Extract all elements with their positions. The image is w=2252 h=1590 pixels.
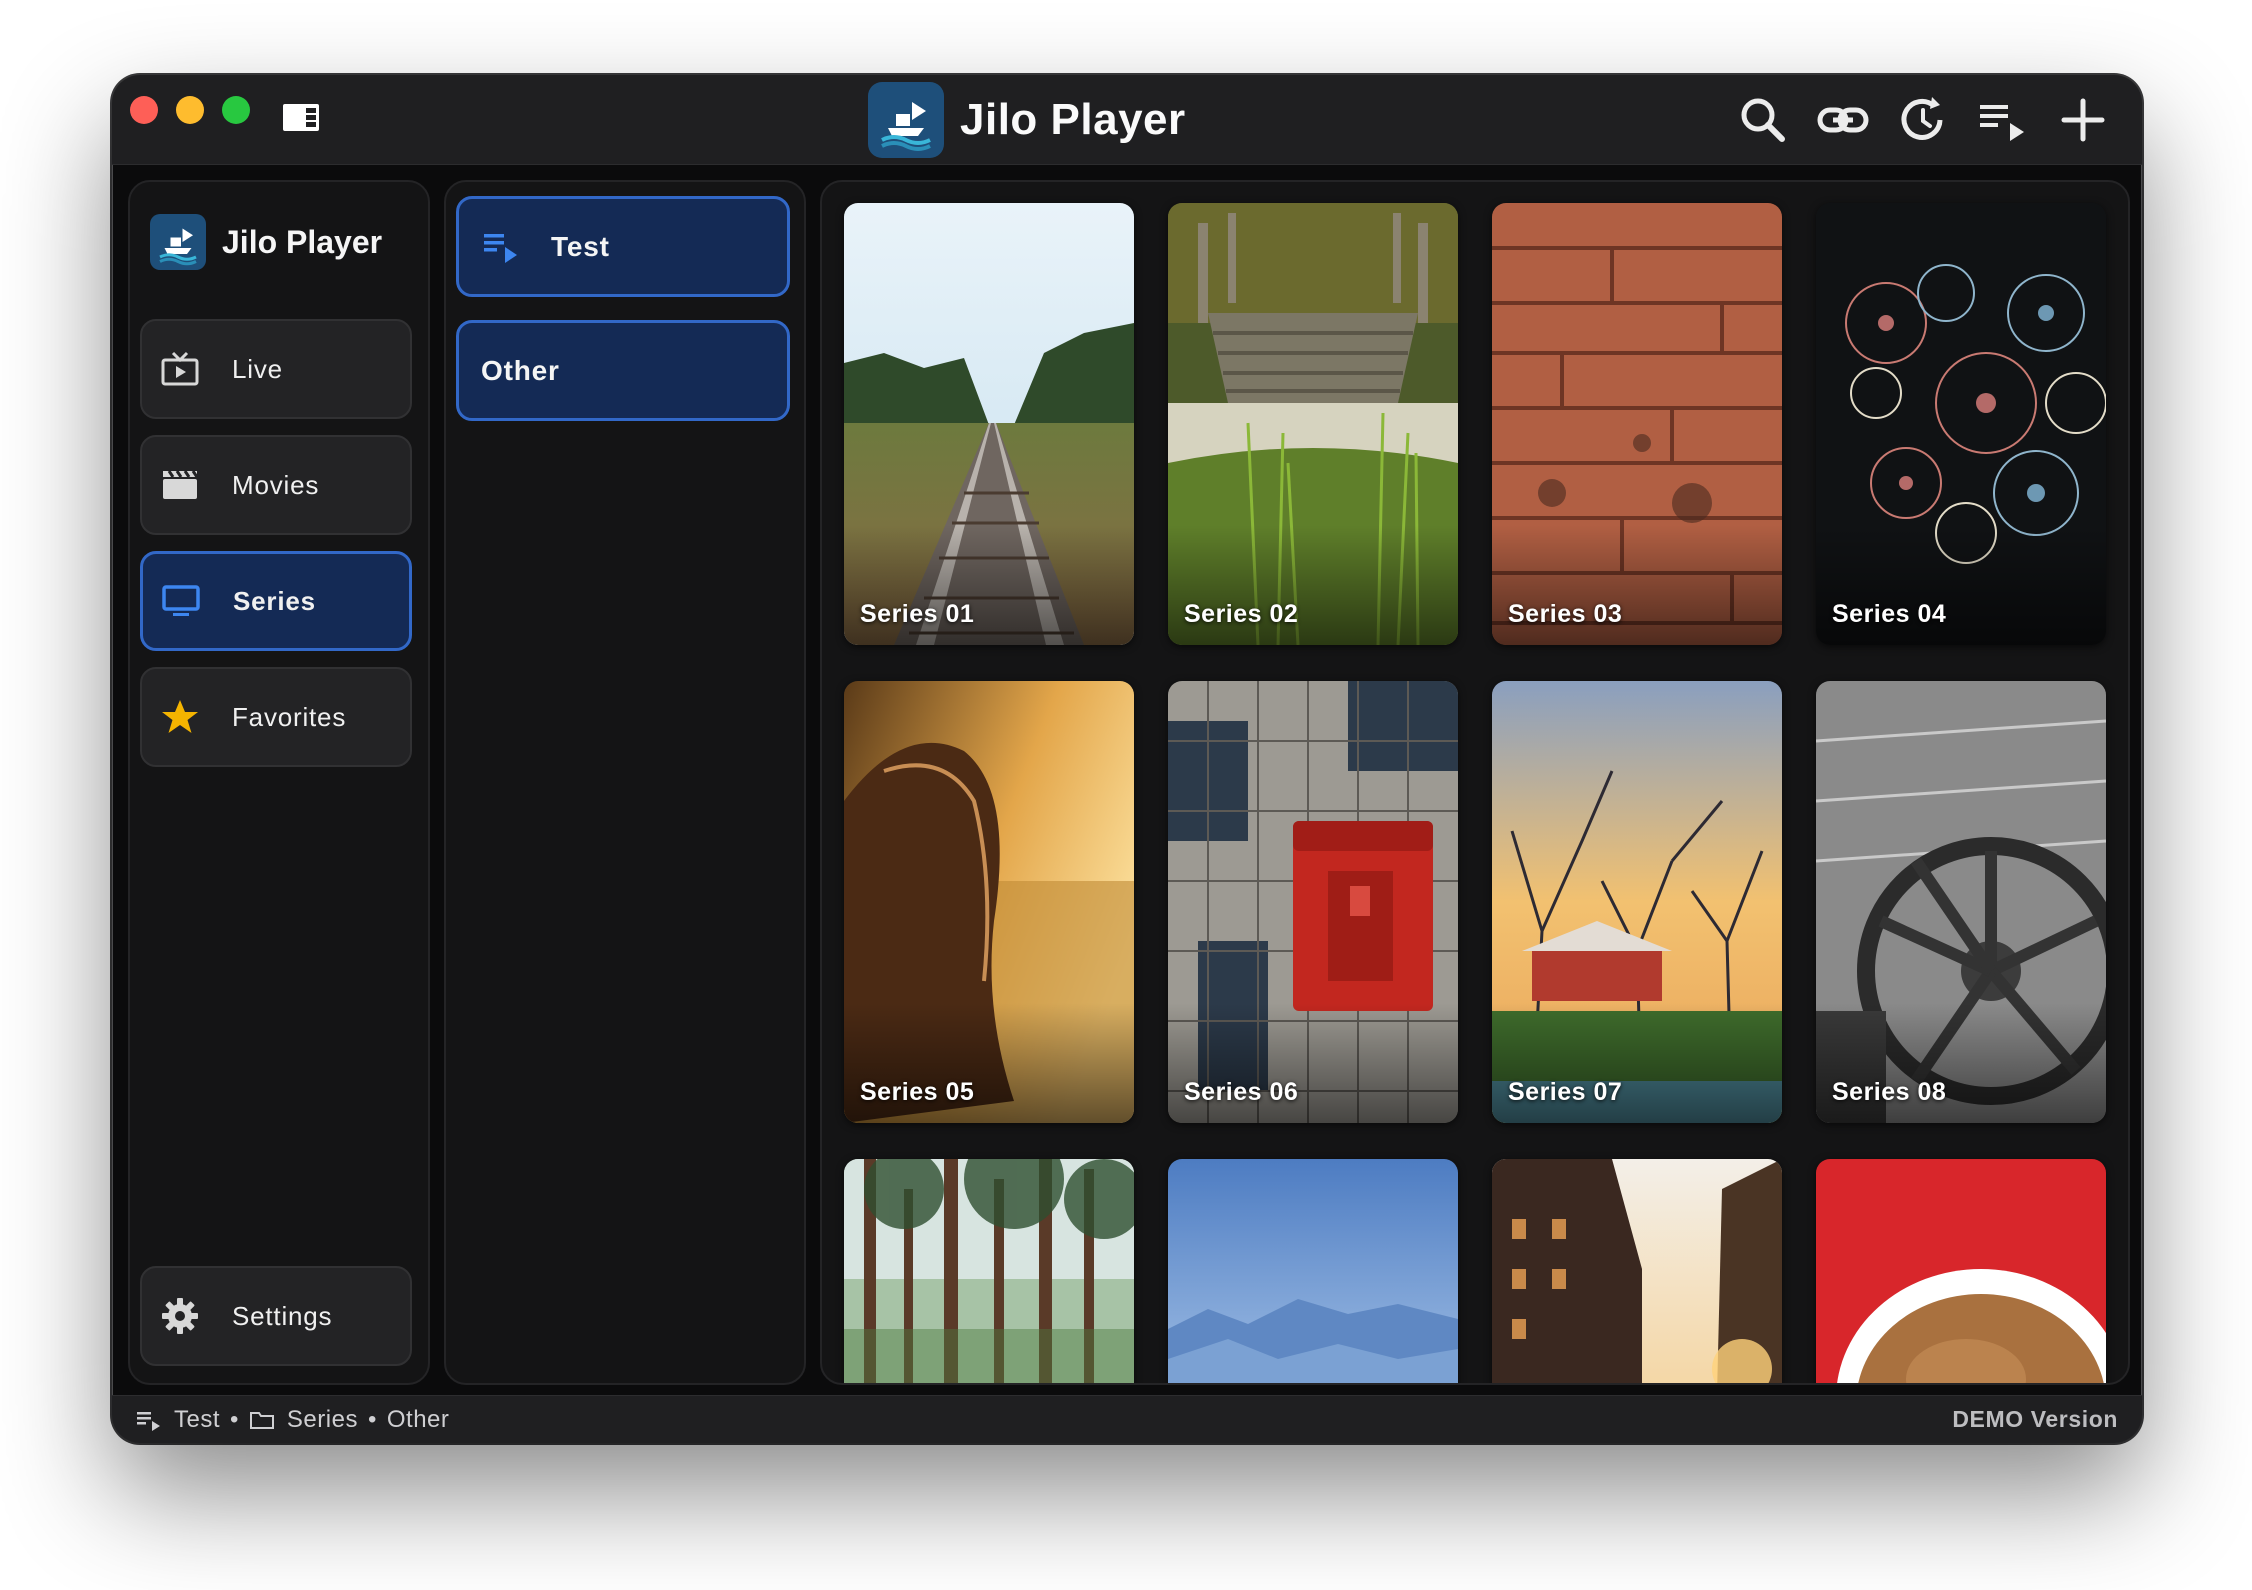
sidebar-item-label: Live [232, 353, 283, 384]
sidebar-item-label: Series [233, 585, 316, 616]
sidebar-item-favorites[interactable]: Favorites [140, 667, 412, 767]
blue-mountains-image [1168, 1159, 1458, 1383]
series-title: Series 05 [860, 1078, 975, 1106]
link-icon[interactable] [1816, 93, 1870, 147]
sidebar: Jilo Player Live Movies Series Favorites… [128, 180, 430, 1385]
sidebar-brand-title: Jilo Player [222, 223, 383, 260]
series-title: Series 02 [1184, 600, 1299, 628]
star-icon [158, 695, 202, 739]
sidebar-item-label: Favorites [232, 701, 347, 732]
series-title: Series 06 [1184, 1078, 1299, 1106]
playlist-item-test[interactable]: Test [456, 196, 790, 297]
sidebar-toggle-icon[interactable] [282, 101, 320, 133]
live-tv-icon [158, 347, 202, 391]
playlist-play-icon[interactable] [1976, 93, 2030, 147]
series-card[interactable]: Series 08 [1816, 681, 2106, 1123]
series-card[interactable] [1816, 1159, 2106, 1383]
search-icon[interactable] [1736, 93, 1790, 147]
gear-icon [158, 1294, 202, 1338]
playlist-item-label: Test [551, 230, 610, 262]
series-title: Series 04 [1832, 600, 1947, 628]
series-title: Series 03 [1508, 600, 1623, 628]
breadcrumb-playlist: Test [174, 1405, 221, 1433]
playlist-play-icon [483, 228, 521, 266]
sidebar-brand: Jilo Player [150, 210, 382, 274]
title-bar: Jilo Player [112, 75, 2142, 165]
series-card[interactable]: Series 07 [1492, 681, 1782, 1123]
status-bar: Test • Series • Other DEMO Version [112, 1395, 2142, 1443]
series-card[interactable] [1168, 1159, 1458, 1383]
sidebar-item-label: Movies [232, 469, 320, 500]
breadcrumb-separator: • [367, 1405, 377, 1433]
series-card[interactable] [1492, 1159, 1782, 1383]
sidebar-item-live[interactable]: Live [140, 319, 412, 419]
folder-icon [249, 1409, 275, 1431]
series-card[interactable]: Series 06 [1168, 681, 1458, 1123]
app-title-group: Jilo Player [868, 82, 1186, 158]
app-title: Jilo Player [960, 95, 1186, 144]
series-title: Series 08 [1832, 1078, 1947, 1106]
breadcrumb: Test • Series • Other [136, 1406, 449, 1434]
history-icon[interactable] [1896, 93, 1950, 147]
series-card[interactable]: Series 02 [1168, 203, 1458, 645]
city-street-image [1492, 1159, 1782, 1383]
plus-icon[interactable] [2056, 93, 2110, 147]
breadcrumb-separator: • [230, 1405, 239, 1433]
breadcrumb-category: Other [386, 1405, 450, 1433]
app-window: Jilo Player Jilo Player Live Movies Seri… [112, 75, 2142, 1443]
app-logo-icon [868, 82, 944, 158]
series-card[interactable]: Series 03 [1492, 203, 1782, 645]
sidebar-item-label: Settings [232, 1300, 333, 1331]
playlist-panel: Test Other [444, 180, 806, 1385]
clapperboard-icon [158, 463, 202, 507]
playlist-item-label: Other [481, 354, 560, 386]
coffee-cup-image [1816, 1159, 2106, 1383]
playlist-icon [136, 1409, 162, 1431]
sidebar-item-series[interactable]: Series [140, 551, 412, 651]
sidebar-item-movies[interactable]: Movies [140, 435, 412, 535]
pine-forest-image [844, 1159, 1134, 1383]
close-window-button[interactable] [130, 96, 158, 124]
series-card[interactable]: Series 05 [844, 681, 1134, 1123]
monitor-icon [159, 579, 203, 623]
series-title: Series 07 [1508, 1078, 1623, 1106]
zoom-window-button[interactable] [222, 96, 250, 124]
sidebar-item-settings[interactable]: Settings [140, 1266, 412, 1366]
series-grid: Series 01 Series 02 Series 03 Series 04 … [820, 180, 2130, 1385]
app-logo-icon [150, 214, 206, 270]
series-card[interactable] [844, 1159, 1134, 1383]
minimize-window-button[interactable] [176, 96, 204, 124]
playlist-item-other[interactable]: Other [456, 320, 790, 421]
breadcrumb-section: Series [286, 1405, 358, 1433]
series-title: Series 01 [860, 600, 975, 628]
edition-label: DEMO Version [1952, 1406, 2118, 1432]
series-card[interactable]: Series 01 [844, 203, 1134, 645]
series-card[interactable]: Series 04 [1816, 203, 2106, 645]
